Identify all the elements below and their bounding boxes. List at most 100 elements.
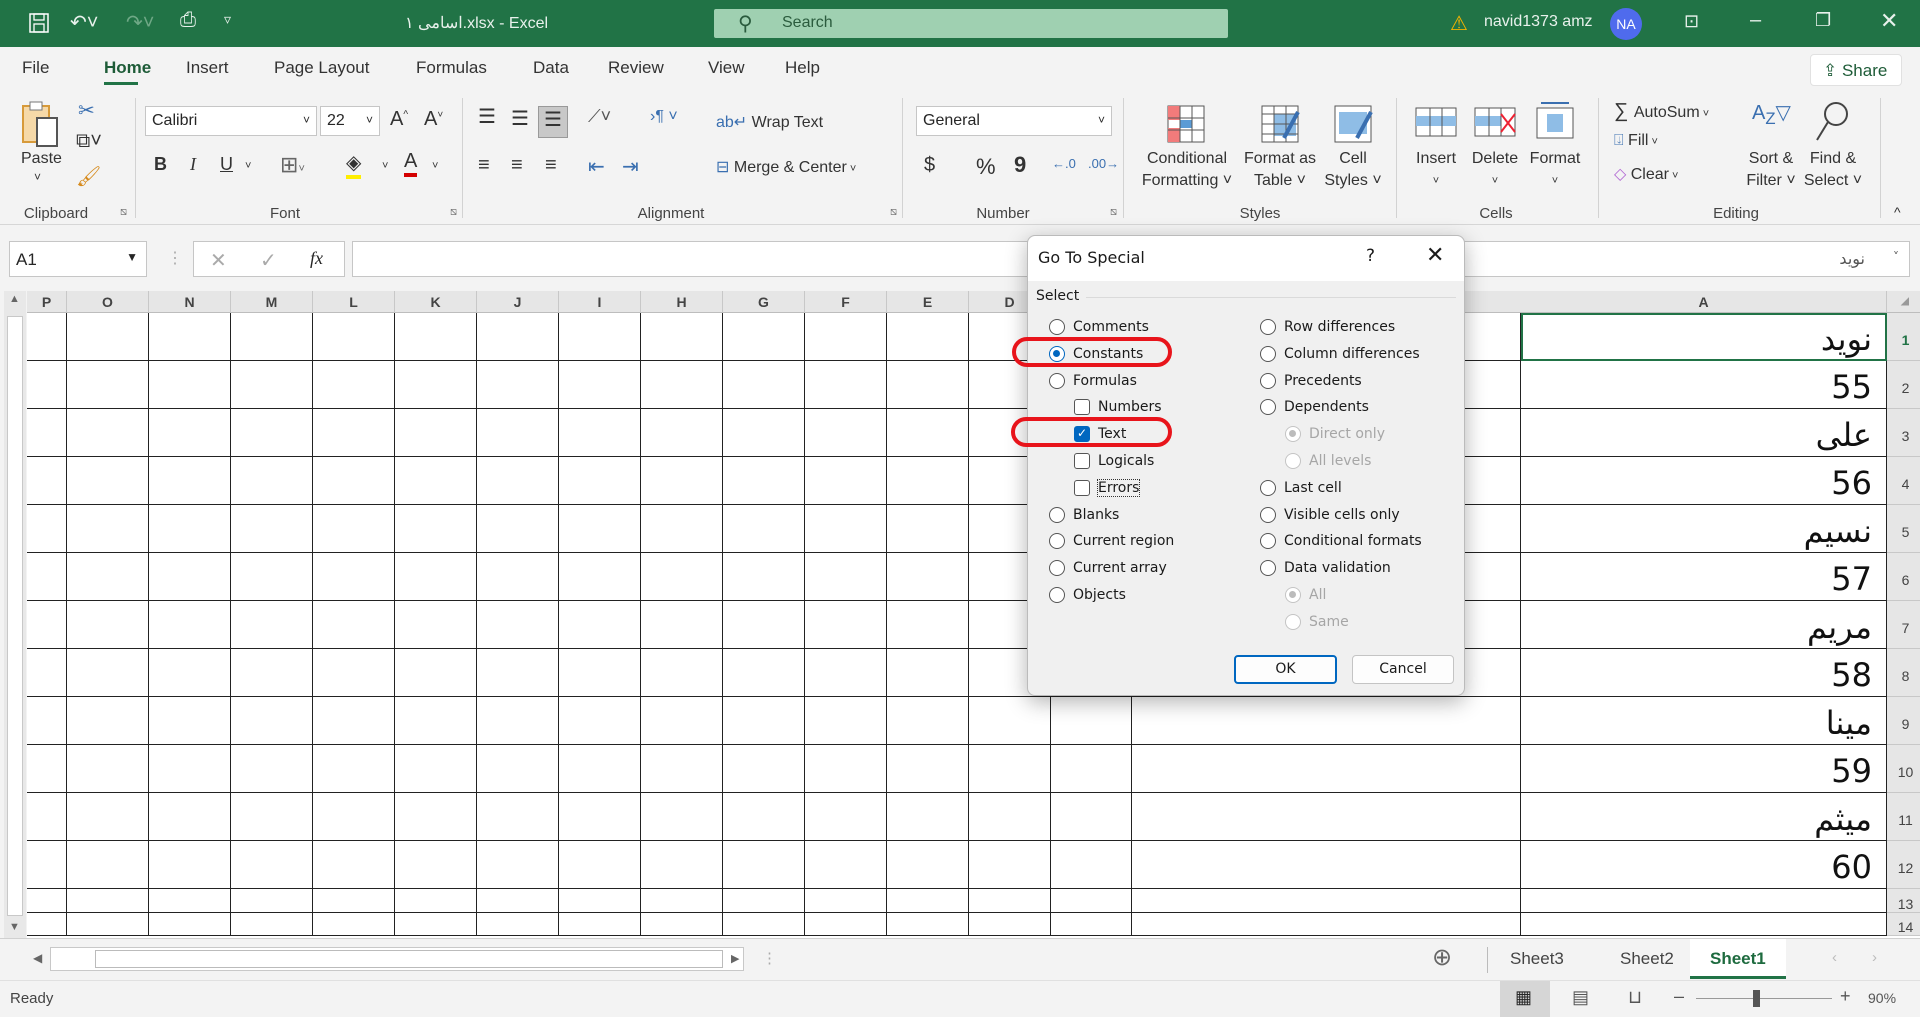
zoom-slider-thumb[interactable] (1753, 990, 1761, 1007)
cell-M13[interactable] (231, 889, 313, 913)
tab-home[interactable]: Home (104, 58, 151, 78)
column-header-A[interactable]: A (1521, 291, 1887, 313)
cell-O8[interactable] (67, 649, 149, 697)
cell-B9[interactable] (1132, 697, 1521, 745)
cell-F6[interactable] (805, 553, 887, 601)
cell-H8[interactable] (641, 649, 723, 697)
copy-icon[interactable]: ⧉˅ (76, 130, 102, 153)
sort-filter-button[interactable]: Sort & Filter ˅ (1746, 148, 1795, 192)
row-header-13[interactable]: 13 (1887, 889, 1920, 913)
format-as-table-button[interactable]: Format as Table ˅ (1244, 148, 1316, 192)
cell-G14[interactable] (723, 913, 805, 936)
cell-H14[interactable] (641, 913, 723, 936)
cell-L2[interactable] (313, 361, 395, 409)
radio-precedents[interactable]: Precedents (1260, 371, 1362, 391)
column-header-E[interactable]: E (887, 291, 969, 313)
cell-G3[interactable] (723, 409, 805, 457)
radio-current-array[interactable]: Current array (1049, 558, 1167, 578)
cell-H2[interactable] (641, 361, 723, 409)
cell-F5[interactable] (805, 505, 887, 553)
align-middle-icon[interactable]: ☰ (511, 106, 529, 131)
cell-H7[interactable] (641, 601, 723, 649)
cell-D12[interactable] (969, 841, 1051, 889)
cell-L4[interactable] (313, 457, 395, 505)
cell-P6[interactable] (27, 553, 67, 601)
page-break-view-icon[interactable]: ⊔ (1628, 987, 1642, 1008)
radio-column-differences[interactable]: Column differences (1260, 344, 1420, 364)
cancel-entry-icon[interactable]: ✕ (210, 248, 227, 273)
tab-formulas[interactable]: Formulas (416, 58, 487, 78)
find-select-button[interactable]: Find & Select ˅ (1804, 148, 1862, 192)
chevron-down-icon[interactable]: ˅ (432, 160, 438, 172)
help-button[interactable]: ? (1366, 246, 1375, 266)
cell-N6[interactable] (149, 553, 231, 601)
percent-button[interactable]: % (976, 154, 996, 180)
number-format-dropdown[interactable]: General ˅ (916, 106, 1112, 136)
column-header-N[interactable]: N (149, 291, 231, 313)
cell-P2[interactable] (27, 361, 67, 409)
cell-C13[interactable] (1051, 889, 1132, 913)
cell-J11[interactable] (477, 793, 559, 841)
radio-current-region[interactable]: Current region (1049, 531, 1174, 551)
font-size-dropdown[interactable]: 22 ˅ (320, 106, 380, 136)
cell-P11[interactable] (27, 793, 67, 841)
cell-L9[interactable] (313, 697, 395, 745)
cell-I8[interactable] (559, 649, 641, 697)
paste-icon[interactable] (20, 100, 62, 150)
checkbox-logicals[interactable]: Logicals (1074, 451, 1154, 471)
customize-qat-icon[interactable]: ▿ (224, 11, 231, 28)
zoom-in-icon[interactable]: + (1840, 986, 1851, 1007)
cell-J12[interactable] (477, 841, 559, 889)
cell-K10[interactable] (395, 745, 477, 793)
cell-D14[interactable] (969, 913, 1051, 936)
cell-K6[interactable] (395, 553, 477, 601)
column-header-O[interactable]: O (67, 291, 149, 313)
cell-E13[interactable] (887, 889, 969, 913)
cell-H9[interactable] (641, 697, 723, 745)
tab-review[interactable]: Review (608, 58, 664, 78)
delete-button[interactable]: Delete ˅ (1472, 148, 1518, 192)
page-layout-view-icon[interactable]: ▤ (1572, 987, 1589, 1008)
undo-icon[interactable]: ↶˅ (70, 10, 98, 35)
cell-N12[interactable] (149, 841, 231, 889)
cell-N14[interactable] (149, 913, 231, 936)
sheet-tab-sheet2[interactable]: Sheet2 (1600, 939, 1694, 979)
cut-icon[interactable]: ✂ (78, 98, 95, 123)
cell-H10[interactable] (641, 745, 723, 793)
cell-H6[interactable] (641, 553, 723, 601)
radio-data-validation[interactable]: Data validation (1260, 558, 1391, 578)
cell-N3[interactable] (149, 409, 231, 457)
cell-I12[interactable] (559, 841, 641, 889)
cell-C9[interactable] (1051, 697, 1132, 745)
cell-N7[interactable] (149, 601, 231, 649)
avatar[interactable]: NA (1610, 8, 1642, 40)
tab-file[interactable]: File (22, 58, 49, 78)
autosum-button[interactable]: ∑ AutoSum ˅ (1614, 100, 1709, 123)
new-sheet-icon[interactable]: ⊕ (1432, 943, 1452, 972)
cell-E8[interactable] (887, 649, 969, 697)
cell-I4[interactable] (559, 457, 641, 505)
cell-F9[interactable] (805, 697, 887, 745)
radio-row-differences[interactable]: Row differences (1260, 317, 1395, 337)
radio-dependents[interactable]: Dependents (1260, 397, 1369, 417)
cell-P12[interactable] (27, 841, 67, 889)
cell-L13[interactable] (313, 889, 395, 913)
row-header-5[interactable]: 5 (1887, 505, 1920, 553)
collapse-ribbon-icon[interactable]: ^ (1894, 204, 1901, 220)
cell-A14[interactable] (1521, 913, 1887, 936)
cell-E2[interactable] (887, 361, 969, 409)
cell-M14[interactable] (231, 913, 313, 936)
cell-M6[interactable] (231, 553, 313, 601)
font-name-dropdown[interactable]: Calibri ˅ (145, 106, 317, 136)
cell-P4[interactable] (27, 457, 67, 505)
tab-help[interactable]: Help (785, 58, 820, 78)
italic-button[interactable]: I (190, 154, 196, 175)
cell-E4[interactable] (887, 457, 969, 505)
increase-font-size-icon[interactable]: A^ (390, 108, 408, 131)
cell-A12[interactable]: 60 (1521, 841, 1887, 889)
zoom-slider[interactable] (1696, 998, 1832, 999)
fill-button[interactable]: ⍗ Fill ˅ (1614, 132, 1658, 150)
cell-J2[interactable] (477, 361, 559, 409)
cell-O1[interactable] (67, 313, 149, 361)
sheet-tab-sheet3[interactable]: Sheet3 (1490, 939, 1584, 979)
